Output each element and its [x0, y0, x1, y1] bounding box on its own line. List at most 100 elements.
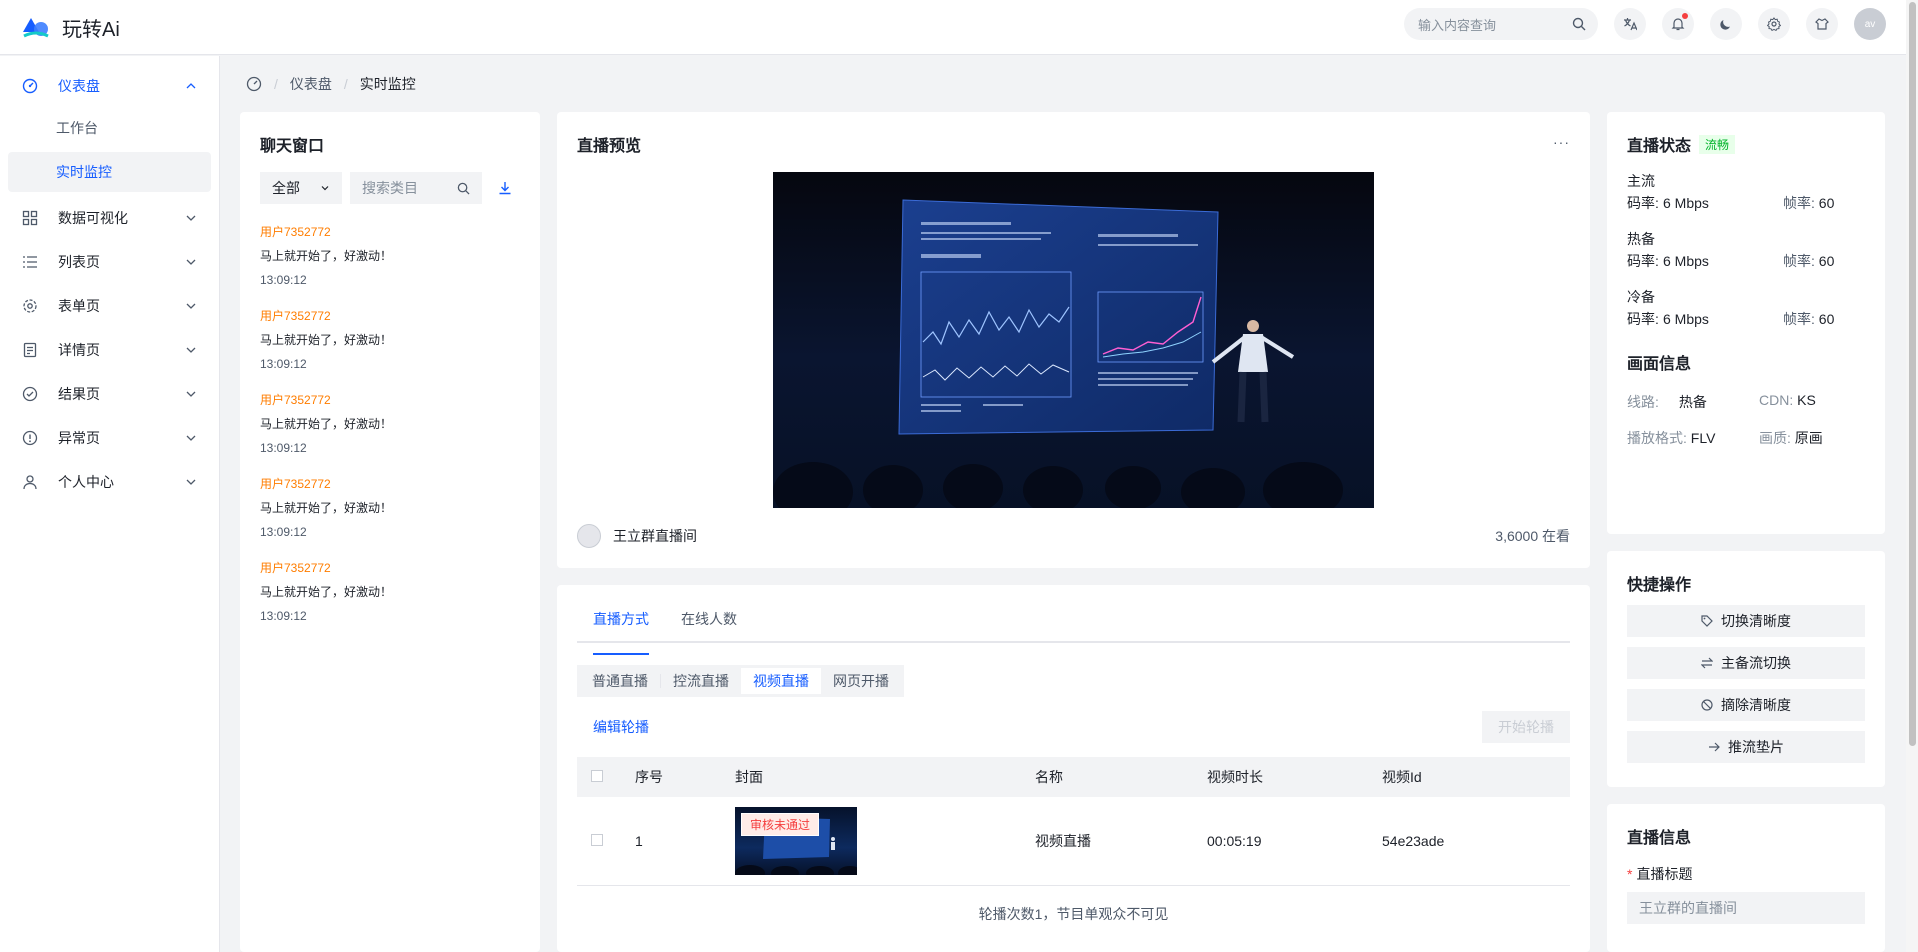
- page-scrollbar[interactable]: [1906, 0, 1918, 952]
- arrow-right-icon: [1709, 742, 1720, 752]
- tag-icon: [1701, 615, 1713, 627]
- sidebar-item-label: 仪表盘: [58, 78, 100, 94]
- chat-filter-select[interactable]: 全部: [260, 172, 342, 204]
- select-all-checkbox[interactable]: [591, 770, 603, 782]
- live-type-segmented: 普通直播 控流直播 视频直播 网页开播: [577, 665, 904, 697]
- start-carousel-button[interactable]: 开始轮播: [1482, 711, 1570, 743]
- chevron-down-icon: [186, 347, 196, 353]
- live-title-input[interactable]: 王立群的直播间: [1627, 892, 1865, 924]
- stream-bitrate: 6 Mbps: [1663, 195, 1709, 211]
- review-failed-badge: 审核未通过: [741, 812, 820, 836]
- stream-fps: 帧率: 60: [1783, 228, 1834, 272]
- sidebar-item-result[interactable]: 结果页: [8, 372, 211, 416]
- remove-resolution-button[interactable]: 摘除清晰度: [1627, 689, 1865, 721]
- chat-message: 用户7352772 马上就开始了，好激动！ 13:09:12: [260, 308, 520, 372]
- segment-video-live[interactable]: 视频直播: [741, 668, 821, 694]
- chevron-down-icon: [186, 259, 196, 265]
- download-icon[interactable]: [498, 181, 512, 195]
- brand[interactable]: 玩转Ai: [0, 13, 220, 42]
- switch-resolution-label: 切换清晰度: [1721, 613, 1791, 629]
- video-cover-thumbnail[interactable]: 审核未通过: [735, 806, 862, 881]
- sidebar-item-profile[interactable]: 个人中心: [8, 460, 211, 504]
- sidebar-item-visualization[interactable]: 数据可视化: [8, 196, 211, 240]
- settings-button[interactable]: [1758, 8, 1790, 40]
- sidebar-item-list[interactable]: 列表页: [8, 240, 211, 284]
- stream-fps: 帧率: 60: [1783, 286, 1834, 330]
- sidebar-subitem-label: 工作台: [56, 120, 98, 136]
- sidebar-item-dashboard[interactable]: 仪表盘: [8, 64, 211, 108]
- switch-resolution-button[interactable]: 切换清晰度: [1627, 605, 1865, 637]
- sidebar-item-label: 结果页: [58, 386, 100, 402]
- chat-username[interactable]: 用户7352772: [260, 476, 520, 492]
- chat-username[interactable]: 用户7352772: [260, 392, 520, 408]
- scrollbar-thumb[interactable]: [1909, 2, 1916, 746]
- column-header-duration: 视频时长: [1207, 769, 1263, 785]
- search-icon: [1572, 17, 1586, 31]
- segment-flow-control-live[interactable]: 控流直播: [661, 668, 741, 694]
- chat-username[interactable]: 用户7352772: [260, 560, 520, 576]
- carousel-footer-note: 轮播次数1，节目单观众不可见: [978, 905, 1169, 922]
- chat-username[interactable]: 用户7352772: [260, 308, 520, 324]
- tshirt-icon: [1815, 18, 1829, 30]
- live-title-label-text: 直播标题: [1636, 866, 1693, 882]
- breadcrumb-item[interactable]: 仪表盘: [290, 74, 332, 94]
- cdn-value: KS: [1797, 392, 1816, 408]
- sidebar-item-exception[interactable]: 异常页: [8, 416, 211, 460]
- chat-filter-value: 全部: [272, 180, 300, 196]
- chat-text: 马上就开始了，好激动！: [260, 249, 393, 263]
- sidebar-item-detail[interactable]: 详情页: [8, 328, 211, 372]
- switch-stream-button[interactable]: 主备流切换: [1627, 647, 1865, 679]
- chevron-down-icon: [186, 391, 196, 397]
- dashboard-icon[interactable]: [246, 76, 262, 92]
- chevron-down-icon: [186, 215, 196, 221]
- push-placeholder-button[interactable]: 推流垫片: [1627, 731, 1865, 763]
- chat-text: 马上就开始了，好激动！: [260, 417, 393, 431]
- status-title: 直播状态 流畅: [1627, 132, 1865, 156]
- chat-username[interactable]: 用户7352772: [260, 224, 520, 240]
- segment-web-live[interactable]: 网页开播: [821, 668, 901, 694]
- global-search-input[interactable]: 输入内容查询: [1404, 8, 1598, 40]
- row-checkbox[interactable]: [591, 833, 603, 846]
- search-icon: [457, 182, 470, 195]
- breadcrumb: / 仪表盘 / 实时监控: [246, 74, 416, 94]
- chat-window-card: 聊天窗口 全部 搜索类目 用户7352772 马上就开始了，好激动！ 13:09:1…: [240, 112, 540, 952]
- quick-actions-title: 快捷操作: [1627, 577, 1692, 594]
- tab-online-users[interactable]: 在线人数: [665, 609, 753, 641]
- mode-tabs: 直播方式 在线人数: [577, 609, 1570, 655]
- segment-normal-live[interactable]: 普通直播: [580, 668, 660, 694]
- breadcrumb-separator: /: [343, 76, 348, 92]
- live-video-player[interactable]: [773, 172, 1374, 508]
- bell-icon: [1671, 18, 1685, 31]
- tab-live-mode[interactable]: 直播方式: [577, 609, 665, 655]
- chat-time: 13:09:12: [260, 441, 307, 455]
- live-info-card: 直播信息 * 直播标题 王立群的直播间: [1607, 804, 1885, 952]
- fps-label: 帧率:: [1783, 253, 1815, 269]
- stream-list: 主流码率: 6 Mbps 帧率: 60 热备码率: 6 Mbps 帧率: 60 冷备码率: 6…: [1627, 170, 1865, 330]
- anchor-name: 王立群直播间: [613, 528, 697, 544]
- chat-text: 马上就开始了，好激动！: [260, 501, 393, 515]
- sidebar-item-form[interactable]: 表单页: [8, 284, 211, 328]
- language-button[interactable]: [1614, 8, 1646, 40]
- sidebar-subitem-workbench[interactable]: 工作台: [8, 108, 211, 148]
- live-title-value: 王立群的直播间: [1639, 900, 1737, 916]
- sidebar-subitem-monitor[interactable]: 实时监控: [8, 152, 211, 192]
- logo-icon: [23, 18, 49, 38]
- edit-carousel-link[interactable]: 编辑轮播: [577, 717, 649, 737]
- chat-text: 马上就开始了，好激动！: [260, 333, 393, 347]
- line-label: 线路:: [1627, 394, 1659, 410]
- fps-value: 60: [1818, 311, 1835, 327]
- user-avatar[interactable]: av: [1854, 8, 1886, 40]
- row-video-id: 54e23ade: [1382, 832, 1445, 849]
- carousel-table: 序号 封面 名称 视频时长 视频Id 1 审核未通过 视频直播 00:05:19: [577, 757, 1570, 886]
- swap-icon: [1701, 657, 1713, 669]
- chat-search-input[interactable]: 搜索类目: [350, 172, 482, 204]
- viewer-count: 3,6000 在看: [1495, 528, 1570, 544]
- skin-button[interactable]: [1806, 8, 1838, 40]
- live-info-title: 直播信息: [1627, 830, 1692, 847]
- gear-icon: [1767, 17, 1781, 31]
- notifications-button[interactable]: [1662, 8, 1694, 40]
- fps-value: 60: [1818, 195, 1835, 211]
- more-icon[interactable]: ···: [1553, 134, 1570, 150]
- theme-toggle-button[interactable]: [1710, 8, 1742, 40]
- cdn-label: CDN:: [1759, 392, 1794, 408]
